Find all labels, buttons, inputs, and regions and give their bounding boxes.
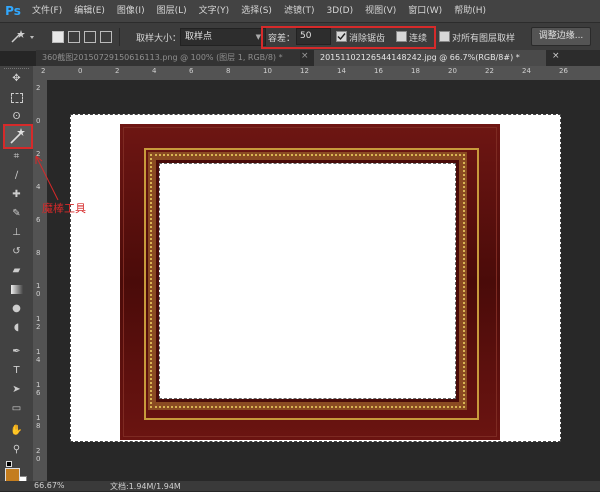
antialias-checkbox[interactable] (336, 31, 347, 42)
menu-select[interactable]: 选择(S) (235, 0, 278, 22)
tab-document-2[interactable]: 20151102126544148242.jpg @ 66.7%(RGB/8#)… (314, 50, 546, 66)
options-divider (119, 28, 120, 46)
menu-bar: Ps 文件(F) 编辑(E) 图像(I) 图层(L) 文字(Y) 选择(S) 滤… (0, 0, 600, 22)
menu-view[interactable]: 视图(V) (359, 0, 402, 22)
clone-stamp-tool-icon[interactable]: ⊥ (8, 226, 25, 240)
ruler-tick-label: 26 (559, 67, 568, 75)
gradient-tool-icon[interactable] (8, 283, 25, 297)
ruler-tick-label: 1 6 (36, 381, 41, 397)
menu-image[interactable]: 图像(I) (111, 0, 151, 22)
intersect-selection-button[interactable] (100, 31, 112, 43)
menu-edit[interactable]: 编辑(E) (68, 0, 111, 22)
zoom-level[interactable]: 66.67% (34, 481, 65, 490)
close-icon[interactable]: × (301, 51, 309, 61)
sample-size-label: 取样大小： (136, 34, 182, 44)
ruler-tick-label: 0 (36, 117, 41, 125)
new-selection-button[interactable] (52, 31, 64, 43)
sample-size-select[interactable]: 取样点 ▼ (180, 28, 266, 46)
document-tab-bar: 360截图20150729150616113.png @ 100% (图层 1,… (36, 50, 600, 66)
ruler-tick-label: 1 2 (36, 315, 41, 331)
contiguous-checkbox[interactable] (396, 31, 407, 42)
vertical-ruler: 2024681 01 21 41 61 82 0 (33, 80, 47, 481)
marquee-tool-icon[interactable] (8, 91, 25, 105)
tolerance-value: 50 (300, 31, 312, 41)
path-selection-tool-icon[interactable]: ➤ (8, 383, 25, 397)
pen-tool-icon[interactable]: ✒ (8, 345, 25, 359)
ruler-tick-label: 2 (36, 84, 41, 92)
ruler-tick-label: 10 (263, 67, 272, 75)
ruler-tick-label: 24 (522, 67, 531, 75)
tab-document-1[interactable]: 360截图20150729150616113.png @ 100% (图层 1,… (36, 50, 300, 66)
ruler-tick-label: 4 (152, 67, 157, 75)
ruler-tick-label: 1 0 (36, 282, 41, 298)
menu-window[interactable]: 窗口(W) (402, 0, 448, 22)
lasso-tool-icon[interactable]: ʘ (8, 110, 25, 124)
brush-tool-icon[interactable]: ✎ (8, 207, 25, 221)
frame-opening[interactable] (159, 163, 456, 399)
annotation-label: 魔棒工具 (42, 202, 86, 215)
default-colors-icon[interactable] (6, 461, 14, 467)
magic-wand-icon (11, 30, 34, 43)
blur-tool-icon[interactable]: ● (8, 302, 25, 316)
ruler-tick-label: 16 (374, 67, 383, 75)
menu-type[interactable]: 文字(Y) (193, 0, 236, 22)
ruler-tick-label: 22 (485, 67, 494, 75)
tolerance-input[interactable]: 50 (296, 28, 331, 45)
crop-tool-icon[interactable]: ⌗ (8, 150, 25, 164)
add-selection-button[interactable] (68, 31, 80, 43)
options-bar: 取样大小： 取样点 ▼ 容差： 50 消除锯齿 连续 对所有图层取样 调整边缘.… (0, 22, 600, 51)
menu-layer[interactable]: 图层(L) (151, 0, 193, 22)
horizontal-ruler: 2 0 2 4 6 8 10 12 14 16 18 20 22 24 26 (33, 66, 600, 80)
zoom-tool-icon[interactable]: ⚲ (8, 443, 25, 457)
ruler-tick-label: 2 (115, 67, 120, 75)
ruler-tick-label: 2 0 (36, 447, 41, 463)
menu-3d[interactable]: 3D(D) (320, 0, 359, 22)
healing-brush-tool-icon[interactable]: ✚ (8, 188, 25, 202)
ruler-tick-label: 0 (78, 67, 83, 75)
ruler-tick-label: 2 (41, 67, 46, 75)
contiguous-label: 连续 (409, 34, 428, 44)
history-brush-tool-icon[interactable]: ↺ (8, 245, 25, 259)
photoshop-logo: Ps (5, 4, 21, 18)
magic-wand-icon (10, 128, 25, 144)
ruler-tick-label: 8 (36, 249, 41, 257)
ruler-tick-label: 14 (337, 67, 346, 75)
sample-size-value: 取样点 (185, 32, 213, 42)
ruler-tick-label: 8 (226, 67, 231, 75)
dodge-tool-icon[interactable]: ◖ (8, 321, 25, 335)
eraser-tool-icon[interactable]: ▰ (8, 264, 25, 278)
move-tool-icon[interactable]: ✥ (8, 72, 25, 86)
refine-edge-button[interactable]: 调整边缘... (531, 27, 591, 46)
tool-preset-picker[interactable] (8, 29, 38, 45)
ruler-tick-label: 20 (448, 67, 457, 75)
menu-file[interactable]: 文件(F) (26, 0, 68, 22)
document-size: 文档:1.94M/1.94M (110, 482, 181, 491)
all-layers-checkbox[interactable] (439, 31, 450, 42)
all-layers-label: 对所有图层取样 (452, 34, 516, 44)
ruler-tick-label: 1 8 (36, 414, 41, 430)
eyedropper-tool-icon[interactable]: ∕ (8, 169, 25, 183)
ruler-tick-label: 18 (411, 67, 420, 75)
tools-panel: ✥ ʘ ⌗ ∕ ✚ ✎ ⊥ ↺ ▰ ● ◖ ✒ T ➤ ▭ ✋ ⚲ (0, 66, 33, 491)
ruler-tick-label: 6 (36, 216, 41, 224)
status-bar: 66.67% 文档:1.94M/1.94M (0, 481, 600, 491)
type-tool-icon[interactable]: T (8, 364, 25, 378)
close-icon[interactable]: × (552, 51, 560, 61)
picture-frame (120, 124, 500, 440)
tolerance-label: 容差： (268, 34, 296, 44)
ruler-tick-label: 12 (300, 67, 309, 75)
menu-help[interactable]: 帮助(H) (448, 0, 492, 22)
magic-wand-tool[interactable] (3, 124, 33, 149)
subtract-selection-button[interactable] (84, 31, 96, 43)
antialias-label: 消除锯齿 (349, 34, 386, 44)
ruler-tick-label: 1 4 (36, 348, 41, 364)
hand-tool-icon[interactable]: ✋ (8, 424, 25, 438)
ruler-tick-label: 6 (189, 67, 194, 75)
menu-filter[interactable]: 滤镜(T) (278, 0, 321, 22)
tab-label: 20151102126544148242.jpg @ 66.7%(RGB/8#)… (320, 53, 520, 62)
rectangle-tool-icon[interactable]: ▭ (8, 402, 25, 416)
tab-label: 360截图20150729150616113.png @ 100% (图层 1,… (42, 53, 283, 62)
checkmark-icon (337, 33, 346, 41)
